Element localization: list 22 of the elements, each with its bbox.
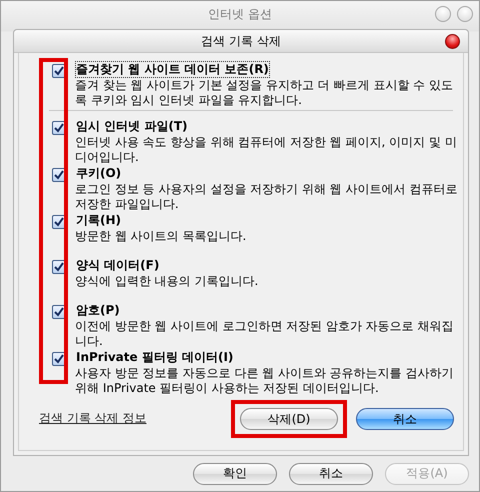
help-link[interactable]: 검색 기록 삭제 정보	[39, 410, 146, 428]
option-description: 로그인 정보 등 사용자의 설정을 저장하기 위해 웹 사이트에서 컴퓨터로 저장한 파일입니다.	[75, 182, 458, 212]
option-title: 즐겨찾기 웹 사이트 데이터 보존(R)	[75, 61, 270, 78]
option-title: 기록(H)	[75, 212, 122, 229]
option-description: 즐겨 찾는 웹 사이트가 기본 설정을 유지하고 더 빠르게 표시할 수 있도록 쿠키와 임시 인터넷 파일을 유지합니다.	[75, 78, 454, 108]
option-title: 임시 인터넷 파일(T)	[75, 118, 189, 135]
dialog-title: 검색 기록 삭제	[201, 32, 281, 50]
option-description: 방문한 웹 사이트의 목록입니다.	[75, 229, 248, 244]
option-description: 사용자 방문 정보를 자동으로 다른 웹 사이트와 공유하는지를 검사하기 위해 InPrivate 필터링이 사용하는 저장된 데이터입니다.	[75, 366, 455, 396]
option-title: 쿠키(O)	[75, 165, 122, 182]
dialog-button[interactable]: 확인	[193, 462, 277, 484]
option-description: 양식에 입력한 내용의 기록입니다.	[75, 274, 260, 289]
option-title: 양식 데이터(F)	[75, 257, 160, 274]
option-description: 인터넷 사용 속도 향상을 위해 컴퓨터에 저장한 웹 페이지, 이미지 및 미디어입니다.	[75, 135, 458, 165]
option-description: 이전에 방문한 웹 사이트에 로그인하면 저장된 암호가 자동으로 채워집니다.	[75, 319, 455, 349]
window-title: 인터넷 옵션	[208, 6, 272, 22]
dialog-button[interactable]: 삭제(D)	[240, 408, 338, 430]
default-button[interactable]: 취소	[356, 408, 454, 430]
close-icon[interactable]	[445, 34, 460, 49]
dialog-button[interactable]: 취소	[289, 462, 373, 484]
option-title: InPrivate 필터링 데이터(I)	[75, 349, 234, 366]
option-title: 암호(P)	[75, 302, 121, 319]
